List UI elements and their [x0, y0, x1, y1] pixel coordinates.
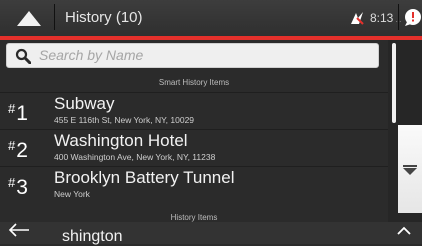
item-number: 2: [16, 139, 28, 162]
item-name: Washington Hotel: [54, 131, 188, 150]
item-address: New York: [54, 189, 90, 199]
scrollbar-thumb[interactable]: [392, 43, 396, 123]
back-button[interactable]: [0, 218, 48, 244]
scroll-down-button[interactable]: [398, 125, 422, 213]
section-header-smart-history: Smart History Items: [158, 78, 230, 87]
item-address: 455 E 116th St, New York, NY, 10029: [54, 115, 195, 125]
item-index: #3: [8, 175, 28, 199]
page-title: History (10): [65, 9, 143, 26]
search-icon: [15, 48, 32, 65]
list-item[interactable]: #3 Brooklyn Battery Tunnel New York: [0, 166, 388, 203]
item-index: #2: [8, 138, 28, 162]
item-number: 1: [16, 102, 28, 125]
chevron-up-icon: [397, 226, 411, 235]
scroll-up-button[interactable]: [388, 218, 422, 244]
back-arrow-icon: [8, 223, 29, 237]
gps-signal-icon: [349, 10, 365, 26]
item-name: Subway: [54, 94, 115, 113]
accent-bar: [0, 36, 422, 40]
clock-time: 8:13: [370, 11, 394, 25]
item-index: #1: [8, 101, 28, 125]
title-bar: History (10) 8:13...: [0, 0, 422, 36]
header-divider-right: [398, 4, 399, 30]
list-item[interactable]: #1 Subway 455 E 116th St, New York, NY, …: [0, 92, 388, 129]
search-input[interactable]: Search by Name: [6, 43, 379, 68]
list-item[interactable]: #2 Washington Hotel 400 Washington Ave, …: [0, 129, 388, 166]
search-placeholder: Search by Name: [39, 47, 144, 63]
item-address: 400 Washington Ave, New York, NY, 11238: [54, 152, 216, 162]
item-number: 3: [16, 176, 28, 199]
chevron-down-icon: [403, 165, 417, 175]
clock: 8:13...: [370, 11, 401, 25]
header-divider: [54, 4, 55, 30]
notification-icon[interactable]: [403, 8, 422, 27]
up-arrow-icon[interactable]: [16, 10, 42, 27]
partial-list-item-name: shington: [62, 228, 123, 245]
item-name: Brooklyn Battery Tunnel: [54, 168, 235, 187]
